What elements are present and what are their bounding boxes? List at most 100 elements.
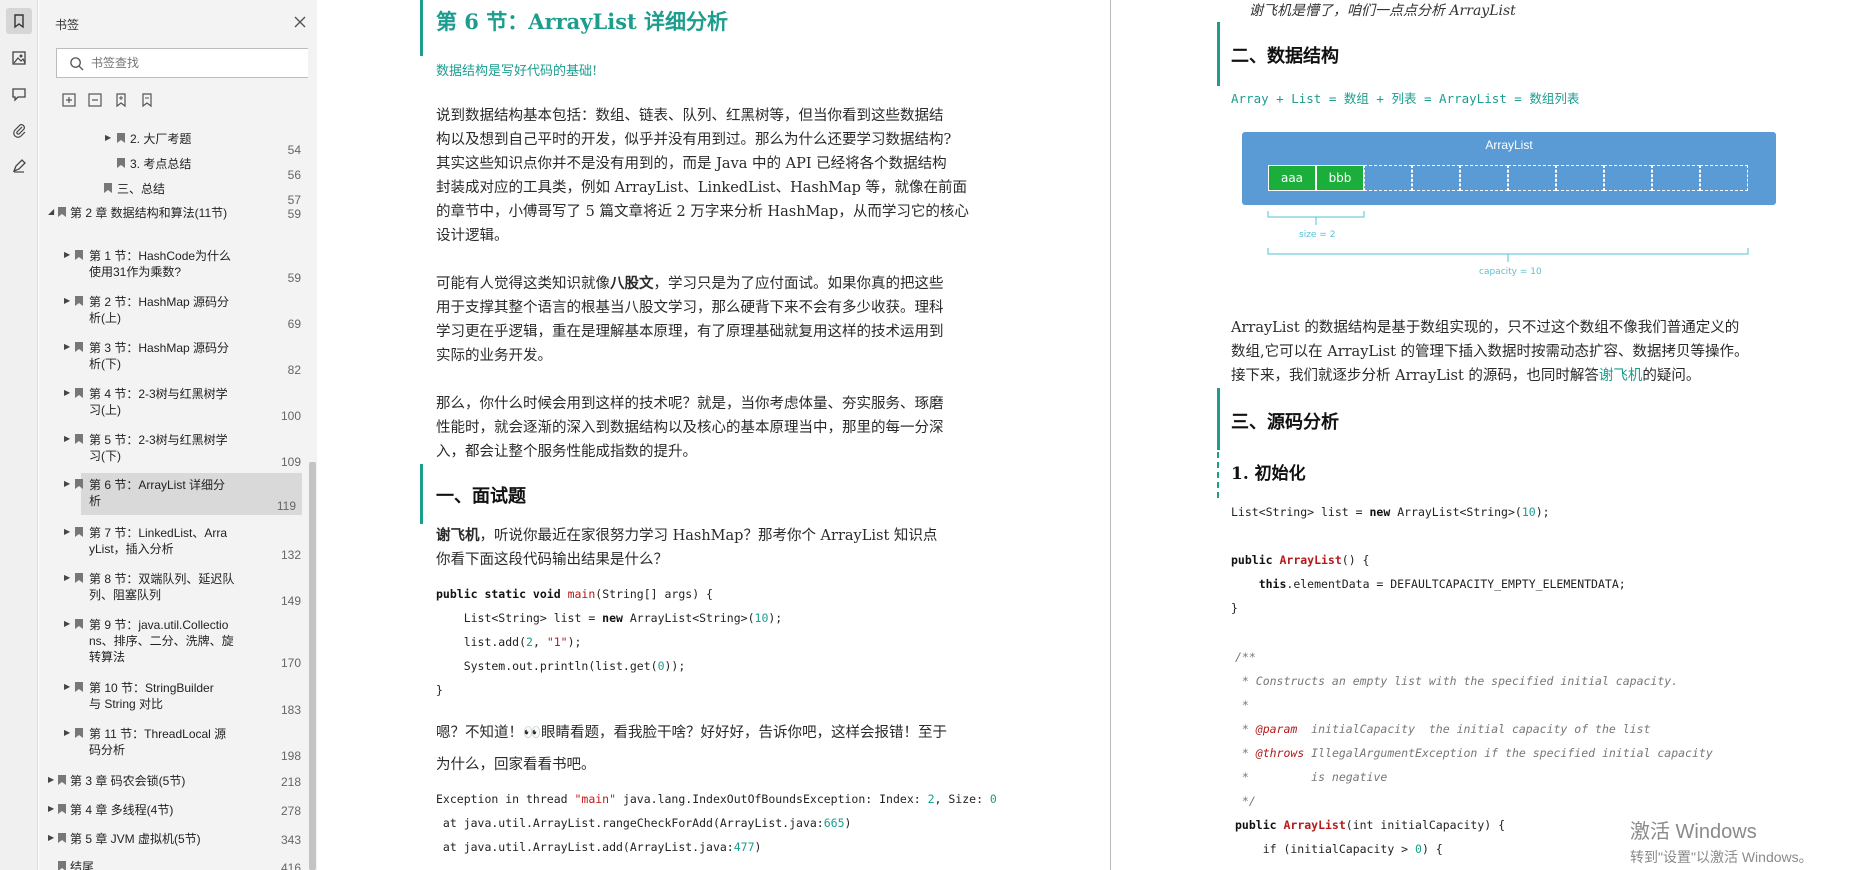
expand-arrow-icon[interactable]: ▶	[64, 434, 70, 443]
tree-item[interactable]: 三、总结 57	[39, 181, 309, 207]
expand-arrow-icon[interactable]: ▶	[64, 388, 70, 397]
bookmark-add-icon	[116, 93, 126, 108]
collapse-icon	[88, 93, 102, 107]
tree-item-label: 第 2 章 数据结构和算法(11节)	[70, 206, 228, 220]
text-span: 接下来，我们就逐步分析 ArrayList 的源码，也同时解答	[1231, 368, 1599, 384]
tree-item[interactable]: ▶ 第 1 节：HashCode为什么 使用31作为乘数? 59	[39, 248, 309, 288]
text-line: 用于支撑其整个语言的根基当八股文学习，那么硬背下来不会有多少收获。理科	[436, 300, 944, 316]
tree-item-page: 416	[280, 861, 301, 870]
tree-item[interactable]: ▶ 第 2 节：HashMap 源码分 析(上) 69	[39, 294, 309, 334]
add-bookmark-button[interactable]	[113, 92, 131, 110]
tree-item-page: 56	[287, 168, 301, 182]
delete-bookmark-button[interactable]	[139, 92, 157, 110]
bookmark-panel-button[interactable]	[6, 8, 32, 34]
code-line: }	[1231, 601, 1238, 615]
tree-item-chapter[interactable]: ▶ 第 3 章 码农会锁(5节) 218	[39, 773, 309, 795]
tree-item[interactable]: ▶ 第 8 节：双端队列、延迟队 列、阻塞队列 149	[39, 571, 309, 611]
close-icon[interactable]	[292, 14, 308, 30]
expand-arrow-icon[interactable]: ▶	[64, 296, 70, 305]
bookmark-icon	[75, 527, 83, 537]
code-token: IllegalArgumentException if the specifie…	[1304, 746, 1713, 760]
bookmark-search-box[interactable]	[56, 48, 311, 78]
code-token: java.lang.IndexOutOfBoundsException: Ind…	[616, 792, 928, 806]
tree-item-page: 278	[280, 804, 301, 818]
tree-item[interactable]: ▶ 第 7 节：LinkedList、Arra yList，插入分析 132	[39, 525, 309, 565]
text-line: 可能有人觉得这类知识就像八股文，学习只是为了应付面试。如果你真的把这些	[436, 272, 944, 296]
text-line: 实际的业务开发。	[436, 348, 552, 364]
tree-item-page: 59	[287, 207, 301, 221]
tree-item-label: ns、排序、二分、洗牌、旋	[89, 634, 234, 648]
code-token: "main"	[574, 792, 617, 806]
collapse-arrow-icon[interactable]: ◢	[48, 207, 54, 216]
tree-item-label: 第 3 章 码农会锁(5节)	[70, 774, 186, 788]
text-line: 封装成对应的工具类，例如 ArrayList、LinkedList、HashMa…	[436, 180, 968, 196]
tree-item[interactable]: ▶ 第 9 节：java.util.Collectio ns、排序、二分、洗牌、…	[39, 617, 309, 673]
inline-link[interactable]: 谢飞机	[1599, 368, 1643, 384]
expand-arrow-icon[interactable]: ▶	[105, 133, 111, 142]
tree-item[interactable]: ▶ 第 3 节：HashMap 源码分 析(下) 82	[39, 340, 309, 380]
comments-panel-button[interactable]	[6, 81, 32, 107]
tree-item-label: 第 5 章 JVM 虚拟机(5节)	[70, 832, 201, 846]
thumbnail-panel-button[interactable]	[6, 45, 32, 71]
bookmark-icon	[75, 728, 83, 738]
expand-arrow-icon[interactable]: ▶	[64, 479, 70, 488]
tree-item-chapter[interactable]: 结尾 416	[39, 859, 309, 870]
tree-item[interactable]: ▶ 第 4 节：2-3树与红黑树学 习(上) 100	[39, 386, 309, 426]
code-token: );	[768, 611, 783, 625]
attachments-panel-button[interactable]	[6, 117, 32, 143]
tree-item-chapter[interactable]: ▶ 第 4 章 多线程(4节) 278	[39, 802, 309, 824]
search-icon	[70, 57, 84, 71]
heading-source-analysis: 三、源码分析	[1231, 412, 1339, 433]
code-token: list.add(	[436, 635, 527, 649]
array-cell-filled: bbb	[1316, 165, 1364, 191]
heading-accent-bar	[1217, 22, 1220, 86]
expand-arrow-icon[interactable]: ▶	[48, 775, 54, 784]
code-line: if (initialCapacity > 0) {	[1235, 837, 1443, 861]
tree-item-label: 与 String 对比	[89, 697, 164, 711]
code-line: list.add(2, "1");	[436, 630, 582, 654]
text-line: 接下来，我们就逐步分析 ArrayList 的源码，也同时解答谢飞机的疑问。	[1231, 364, 1700, 388]
bookmark-search-input[interactable]	[91, 54, 301, 72]
tree-item[interactable]: 3. 考点总结 56	[39, 156, 309, 182]
expand-all-button[interactable]	[61, 92, 79, 110]
code-token: @throws	[1255, 746, 1305, 760]
expand-arrow-icon[interactable]: ▶	[48, 804, 54, 813]
expand-arrow-icon[interactable]: ▶	[64, 342, 70, 351]
expand-arrow-icon[interactable]: ▶	[64, 527, 70, 536]
expand-arrow-icon[interactable]: ▶	[64, 573, 70, 582]
text-line: 学习更在乎逻辑，重在是理解基本原理，有了原理基础就复用这样的技术运用到	[436, 324, 944, 340]
document-page-right: 谢飞机是懵了，咱们一点点分析 ArrayList 二、数据结构 Array + …	[1111, 0, 1857, 870]
array-cell-empty	[1556, 165, 1604, 191]
bookmark-icon	[117, 133, 125, 143]
tree-item[interactable]: ▶ 第 11 节：ThreadLocal 源 码分析 198	[39, 726, 309, 766]
text-line: 入，都会让整个服务性能成指数的提升。	[436, 444, 697, 460]
tree-item-selected[interactable]: ▶ 第 6 节：ArrayList 详细分 析 119	[64, 473, 302, 515]
bookmark-scrollbar[interactable]	[308, 0, 317, 870]
tree-item[interactable]: ▶ 第 10 节：StringBuilder 与 String 对比 183	[39, 680, 309, 720]
image-icon	[12, 51, 26, 65]
tree-item-label: 习(下)	[89, 449, 121, 463]
expand-arrow-icon[interactable]: ▶	[64, 619, 70, 628]
collapse-all-button[interactable]	[87, 92, 105, 110]
code-line: Exception in thread "main" java.lang.Ind…	[436, 787, 997, 811]
code-token: , Size:	[934, 792, 990, 806]
tree-item[interactable]: ▶ 第 5 节：2-3树与红黑树学 习(下) 109	[39, 432, 309, 472]
code-token: 0	[657, 659, 665, 673]
bookmark-tree: ▶ 2. 大厂考题 54 3. 考点总结 56 三、总结 57 ◢ 第 2 章 …	[39, 125, 309, 870]
scrollbar-thumb[interactable]	[309, 462, 316, 870]
tree-item-page: 59	[287, 271, 301, 285]
expand-arrow-icon[interactable]: ▶	[64, 250, 70, 259]
tree-item-chapter[interactable]: ▶ 第 5 章 JVM 虚拟机(5节) 343	[39, 831, 309, 853]
tree-item-page: 132	[280, 548, 301, 562]
watermark-line-1: 激活 Windows	[1630, 821, 1757, 843]
tree-item-chapter[interactable]: ◢ 第 2 章 数据结构和算法(11节) 59	[39, 205, 309, 229]
expand-arrow-icon[interactable]: ▶	[64, 728, 70, 737]
code-token: ,	[532, 635, 547, 649]
comment-icon	[12, 88, 26, 102]
tree-item-label: yList，插入分析	[89, 542, 174, 556]
bookmark-icon	[58, 207, 66, 217]
expand-arrow-icon[interactable]: ▶	[64, 682, 70, 691]
expand-arrow-icon[interactable]: ▶	[48, 833, 54, 842]
signature-panel-button[interactable]	[6, 153, 32, 179]
tree-item[interactable]: ▶ 2. 大厂考题 54	[39, 131, 309, 157]
